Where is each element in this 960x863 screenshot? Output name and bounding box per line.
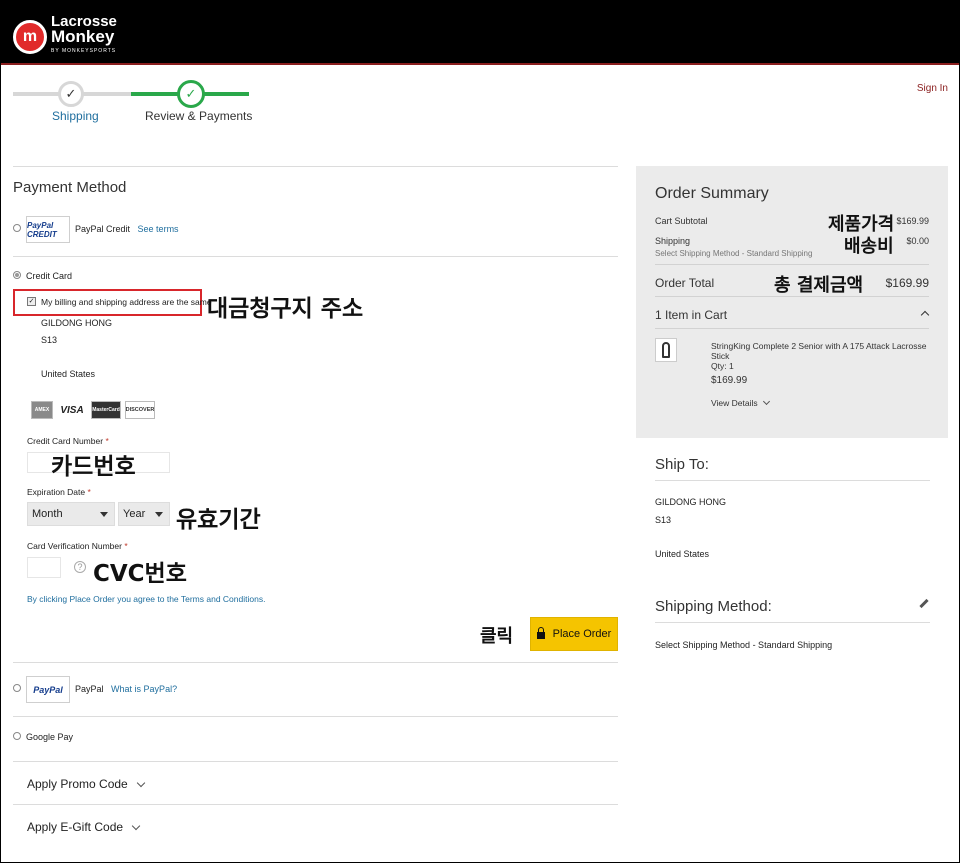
paypal-radio[interactable] [13, 684, 21, 692]
divider [13, 716, 618, 717]
shipping-label: Shipping [655, 236, 691, 246]
order-summary-title: Order Summary [655, 185, 769, 202]
logo-sub: BY MONKEYSPORTS [51, 48, 117, 54]
ship-to-line: S13 [655, 515, 672, 525]
chevron-down-icon [100, 512, 108, 517]
logo-line2: Monkey [51, 27, 115, 46]
apply-egift-toggle[interactable]: Apply E-Gift Code [27, 820, 141, 834]
place-order-button[interactable]: Place Order [530, 617, 618, 651]
annotation-shipping: 배송비 [844, 236, 894, 257]
chevron-down-icon [155, 512, 163, 517]
cvv-label: Card Verification Number * [27, 541, 128, 551]
chevron-up-icon[interactable] [920, 310, 930, 320]
step-review-check-icon: ✓ [177, 80, 205, 108]
monkey-logo-icon: m [13, 19, 47, 54]
sign-in-link[interactable]: Sign In [917, 83, 948, 94]
annotation-click: 클릭 [480, 626, 514, 647]
divider [13, 761, 618, 762]
shipping-method-title: Shipping Method: [655, 598, 772, 615]
paypal-logo-icon: PayPal [26, 676, 70, 703]
annotation-billing: 대금청구지 주소 [207, 296, 364, 322]
cvv-input[interactable] [27, 557, 61, 578]
mastercard-card-icon: MasterCard [91, 401, 121, 419]
help-question-icon[interactable]: ? [74, 561, 86, 573]
same-address-label[interactable]: My billing and shipping address are the … [41, 297, 212, 307]
items-in-cart-toggle[interactable]: 1 Item in Cart [655, 308, 727, 322]
annotation-expiry: 유효기간 [176, 507, 261, 533]
divider [655, 480, 930, 481]
ship-to-country: United States [655, 549, 710, 559]
billing-name: GILDONG HONG [41, 318, 113, 328]
divider [655, 264, 929, 265]
divider [13, 166, 618, 167]
item-qty: Qty: 1 [711, 361, 734, 371]
card-number-label: Credit Card Number * [27, 436, 109, 446]
accepted-cards: AMEX VISA MasterCard DISCOVER [31, 401, 155, 419]
what-is-paypal-link[interactable]: What is PayPal? [111, 684, 177, 694]
billing-line: S13 [41, 335, 58, 345]
expiration-month-select[interactable]: Month [27, 502, 115, 526]
see-terms-link[interactable]: See terms [138, 224, 179, 234]
amex-card-icon: AMEX [31, 401, 53, 419]
lock-icon [536, 626, 545, 639]
visa-card-icon: VISA [57, 401, 87, 419]
chevron-down-icon [136, 778, 145, 788]
chevron-down-icon [131, 821, 141, 831]
order-total-value: $169.99 [885, 276, 929, 290]
annotation-total: 총 결제금액 [774, 275, 864, 296]
order-summary: Order Summary Cart Subtotal $169.99 제품가격… [636, 166, 948, 438]
item-name: StringKing Complete 2 Senior with A 175 … [711, 341, 927, 361]
discover-card-icon: DISCOVER [125, 401, 155, 419]
view-details-toggle[interactable]: View Details [711, 397, 770, 408]
expiration-year-select[interactable]: Year [118, 502, 170, 526]
billing-country: United States [41, 369, 96, 379]
terms-agree-link[interactable]: By clicking Place Order you agree to the… [27, 594, 265, 604]
annotation-cvc: CVC번호 [93, 561, 187, 587]
credit-card-label: Credit Card [26, 271, 73, 281]
divider [655, 328, 929, 329]
cart-subtotal-label: Cart Subtotal [655, 216, 708, 226]
shipping-method-note: Select Shipping Method - Standard Shippi… [655, 249, 813, 258]
step-shipping-label[interactable]: Shipping [52, 109, 99, 123]
lacrosse-stick-thumbnail [655, 338, 677, 362]
divider [13, 662, 618, 663]
credit-card-radio[interactable] [13, 271, 21, 279]
ship-to-name: GILDONG HONG [655, 497, 727, 507]
paypal-credit-label: PayPal Credit [75, 224, 131, 234]
paypal-credit-radio[interactable] [13, 224, 21, 232]
divider [655, 296, 929, 297]
payment-method-title: Payment Method [13, 179, 127, 196]
item-price: $169.99 [711, 375, 748, 386]
shipping-value: $0.00 [906, 236, 929, 246]
google-pay-label: Google Pay [26, 732, 74, 742]
shipping-method-value: Select Shipping Method - Standard Shippi… [655, 640, 833, 650]
apply-promo-toggle[interactable]: Apply Promo Code [27, 777, 145, 791]
cart-subtotal-value: $169.99 [896, 216, 929, 226]
google-pay-radio[interactable] [13, 732, 21, 740]
paypal-label: PayPal [75, 684, 104, 694]
ship-to-title: Ship To: [655, 456, 709, 473]
divider [13, 256, 618, 257]
divider [655, 622, 930, 623]
step-review-label: Review & Payments [145, 109, 253, 123]
annotation-card-number: 카드번호 [51, 454, 136, 480]
top-bar: m Lacrosse Monkey BY MONKEYSPORTS [1, 1, 959, 65]
expiration-label: Expiration Date * [27, 487, 91, 497]
divider [13, 804, 618, 805]
site-logo[interactable]: m Lacrosse Monkey BY MONKEYSPORTS [13, 14, 117, 59]
same-address-checkbox[interactable]: ✓ [27, 297, 36, 306]
chevron-down-icon [762, 397, 770, 406]
paypal-credit-logo-icon: PayPal CREDIT [26, 216, 70, 243]
order-total-label: Order Total [655, 276, 715, 290]
step-shipping-check-icon[interactable]: ✓ [58, 81, 84, 107]
